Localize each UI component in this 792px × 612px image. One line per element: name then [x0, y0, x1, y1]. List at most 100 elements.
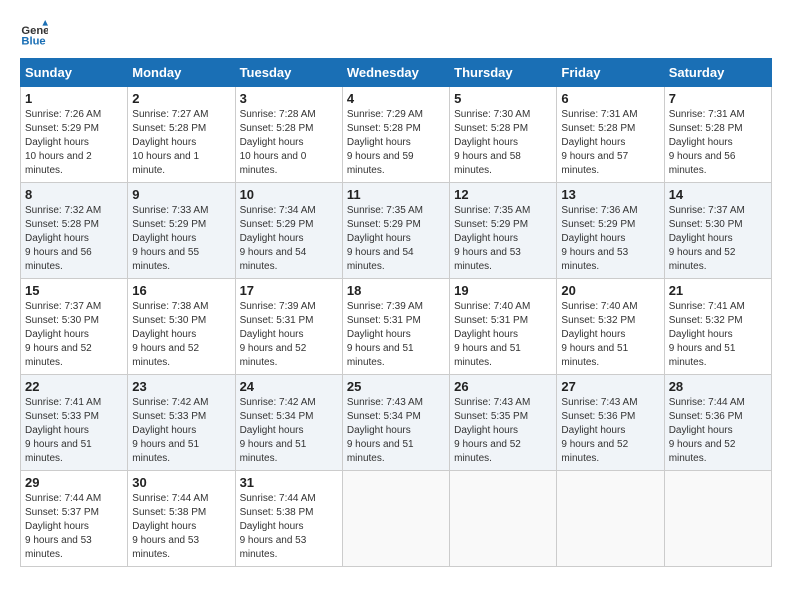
calendar-cell: 31 Sunrise: 7:44 AMSunset: 5:38 PMDaylig… — [235, 471, 342, 567]
day-info: Sunrise: 7:33 AMSunset: 5:29 PMDaylight … — [132, 205, 208, 272]
calendar-cell: 8 Sunrise: 7:32 AMSunset: 5:28 PMDayligh… — [21, 183, 128, 279]
calendar-cell — [450, 471, 557, 567]
day-info: Sunrise: 7:44 AMSunset: 5:37 PMDaylight … — [25, 493, 101, 560]
calendar-week-row: 15 Sunrise: 7:37 AMSunset: 5:30 PMDaylig… — [21, 279, 772, 375]
day-info: Sunrise: 7:43 AMSunset: 5:35 PMDaylight … — [454, 397, 530, 464]
day-number: 25 — [347, 379, 445, 394]
day-info: Sunrise: 7:27 AMSunset: 5:28 PMDaylight … — [132, 109, 208, 176]
day-info: Sunrise: 7:35 AMSunset: 5:29 PMDaylight … — [347, 205, 423, 272]
day-number: 15 — [25, 283, 123, 298]
day-number: 17 — [240, 283, 338, 298]
calendar-cell: 5 Sunrise: 7:30 AMSunset: 5:28 PMDayligh… — [450, 87, 557, 183]
day-info: Sunrise: 7:31 AMSunset: 5:28 PMDaylight … — [669, 109, 745, 176]
day-info: Sunrise: 7:37 AMSunset: 5:30 PMDaylight … — [669, 205, 745, 272]
calendar-cell: 29 Sunrise: 7:44 AMSunset: 5:37 PMDaylig… — [21, 471, 128, 567]
weekday-header-thursday: Thursday — [450, 59, 557, 87]
day-info: Sunrise: 7:31 AMSunset: 5:28 PMDaylight … — [561, 109, 637, 176]
calendar-cell: 19 Sunrise: 7:40 AMSunset: 5:31 PMDaylig… — [450, 279, 557, 375]
weekday-header-monday: Monday — [128, 59, 235, 87]
day-info: Sunrise: 7:35 AMSunset: 5:29 PMDaylight … — [454, 205, 530, 272]
day-number: 7 — [669, 91, 767, 106]
day-number: 22 — [25, 379, 123, 394]
day-info: Sunrise: 7:39 AMSunset: 5:31 PMDaylight … — [240, 301, 316, 368]
weekday-header-row: SundayMondayTuesdayWednesdayThursdayFrid… — [21, 59, 772, 87]
calendar-week-row: 8 Sunrise: 7:32 AMSunset: 5:28 PMDayligh… — [21, 183, 772, 279]
day-info: Sunrise: 7:44 AMSunset: 5:36 PMDaylight … — [669, 397, 745, 464]
calendar-cell: 4 Sunrise: 7:29 AMSunset: 5:28 PMDayligh… — [342, 87, 449, 183]
calendar-cell: 1 Sunrise: 7:26 AMSunset: 5:29 PMDayligh… — [21, 87, 128, 183]
day-number: 19 — [454, 283, 552, 298]
svg-text:Blue: Blue — [21, 36, 45, 48]
day-info: Sunrise: 7:29 AMSunset: 5:28 PMDaylight … — [347, 109, 423, 176]
calendar-cell: 21 Sunrise: 7:41 AMSunset: 5:32 PMDaylig… — [664, 279, 771, 375]
day-number: 2 — [132, 91, 230, 106]
day-number: 8 — [25, 187, 123, 202]
calendar-cell: 2 Sunrise: 7:27 AMSunset: 5:28 PMDayligh… — [128, 87, 235, 183]
day-number: 18 — [347, 283, 445, 298]
day-number: 4 — [347, 91, 445, 106]
calendar-cell — [342, 471, 449, 567]
calendar-table: SundayMondayTuesdayWednesdayThursdayFrid… — [20, 58, 772, 567]
day-number: 11 — [347, 187, 445, 202]
weekday-header-wednesday: Wednesday — [342, 59, 449, 87]
weekday-header-friday: Friday — [557, 59, 664, 87]
calendar-cell: 7 Sunrise: 7:31 AMSunset: 5:28 PMDayligh… — [664, 87, 771, 183]
calendar-cell: 14 Sunrise: 7:37 AMSunset: 5:30 PMDaylig… — [664, 183, 771, 279]
day-number: 13 — [561, 187, 659, 202]
day-number: 21 — [669, 283, 767, 298]
day-number: 1 — [25, 91, 123, 106]
logo-icon: General Blue — [20, 20, 48, 48]
day-info: Sunrise: 7:44 AMSunset: 5:38 PMDaylight … — [132, 493, 208, 560]
weekday-header-tuesday: Tuesday — [235, 59, 342, 87]
calendar-cell — [664, 471, 771, 567]
day-info: Sunrise: 7:40 AMSunset: 5:32 PMDaylight … — [561, 301, 637, 368]
calendar-cell: 23 Sunrise: 7:42 AMSunset: 5:33 PMDaylig… — [128, 375, 235, 471]
day-info: Sunrise: 7:44 AMSunset: 5:38 PMDaylight … — [240, 493, 316, 560]
day-info: Sunrise: 7:34 AMSunset: 5:29 PMDaylight … — [240, 205, 316, 272]
calendar-cell: 15 Sunrise: 7:37 AMSunset: 5:30 PMDaylig… — [21, 279, 128, 375]
day-number: 24 — [240, 379, 338, 394]
calendar-cell: 12 Sunrise: 7:35 AMSunset: 5:29 PMDaylig… — [450, 183, 557, 279]
day-info: Sunrise: 7:40 AMSunset: 5:31 PMDaylight … — [454, 301, 530, 368]
day-info: Sunrise: 7:32 AMSunset: 5:28 PMDaylight … — [25, 205, 101, 272]
calendar-week-row: 1 Sunrise: 7:26 AMSunset: 5:29 PMDayligh… — [21, 87, 772, 183]
day-number: 6 — [561, 91, 659, 106]
calendar-cell: 27 Sunrise: 7:43 AMSunset: 5:36 PMDaylig… — [557, 375, 664, 471]
day-number: 30 — [132, 475, 230, 490]
day-info: Sunrise: 7:43 AMSunset: 5:36 PMDaylight … — [561, 397, 637, 464]
calendar-cell: 28 Sunrise: 7:44 AMSunset: 5:36 PMDaylig… — [664, 375, 771, 471]
calendar-cell: 9 Sunrise: 7:33 AMSunset: 5:29 PMDayligh… — [128, 183, 235, 279]
day-number: 16 — [132, 283, 230, 298]
day-info: Sunrise: 7:43 AMSunset: 5:34 PMDaylight … — [347, 397, 423, 464]
calendar-cell: 30 Sunrise: 7:44 AMSunset: 5:38 PMDaylig… — [128, 471, 235, 567]
calendar-cell: 26 Sunrise: 7:43 AMSunset: 5:35 PMDaylig… — [450, 375, 557, 471]
calendar-cell: 17 Sunrise: 7:39 AMSunset: 5:31 PMDaylig… — [235, 279, 342, 375]
day-number: 28 — [669, 379, 767, 394]
day-info: Sunrise: 7:28 AMSunset: 5:28 PMDaylight … — [240, 109, 316, 176]
day-number: 3 — [240, 91, 338, 106]
calendar-cell: 10 Sunrise: 7:34 AMSunset: 5:29 PMDaylig… — [235, 183, 342, 279]
day-number: 27 — [561, 379, 659, 394]
calendar-cell: 25 Sunrise: 7:43 AMSunset: 5:34 PMDaylig… — [342, 375, 449, 471]
weekday-header-sunday: Sunday — [21, 59, 128, 87]
calendar-cell: 13 Sunrise: 7:36 AMSunset: 5:29 PMDaylig… — [557, 183, 664, 279]
day-info: Sunrise: 7:26 AMSunset: 5:29 PMDaylight … — [25, 109, 101, 176]
day-info: Sunrise: 7:42 AMSunset: 5:34 PMDaylight … — [240, 397, 316, 464]
day-number: 20 — [561, 283, 659, 298]
calendar-cell: 3 Sunrise: 7:28 AMSunset: 5:28 PMDayligh… — [235, 87, 342, 183]
day-info: Sunrise: 7:41 AMSunset: 5:33 PMDaylight … — [25, 397, 101, 464]
day-number: 26 — [454, 379, 552, 394]
day-number: 5 — [454, 91, 552, 106]
calendar-week-row: 29 Sunrise: 7:44 AMSunset: 5:37 PMDaylig… — [21, 471, 772, 567]
calendar-week-row: 22 Sunrise: 7:41 AMSunset: 5:33 PMDaylig… — [21, 375, 772, 471]
day-info: Sunrise: 7:37 AMSunset: 5:30 PMDaylight … — [25, 301, 101, 368]
day-number: 23 — [132, 379, 230, 394]
day-number: 10 — [240, 187, 338, 202]
weekday-header-saturday: Saturday — [664, 59, 771, 87]
calendar-cell: 24 Sunrise: 7:42 AMSunset: 5:34 PMDaylig… — [235, 375, 342, 471]
calendar-cell — [557, 471, 664, 567]
day-info: Sunrise: 7:36 AMSunset: 5:29 PMDaylight … — [561, 205, 637, 272]
day-info: Sunrise: 7:39 AMSunset: 5:31 PMDaylight … — [347, 301, 423, 368]
page-header: General Blue — [20, 20, 772, 48]
day-info: Sunrise: 7:30 AMSunset: 5:28 PMDaylight … — [454, 109, 530, 176]
